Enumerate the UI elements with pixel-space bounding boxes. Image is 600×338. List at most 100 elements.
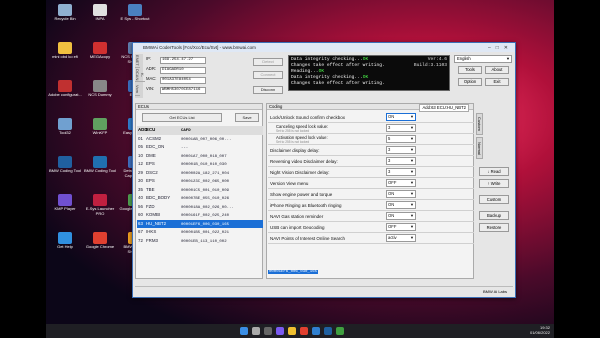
- file-explorer-icon[interactable]: [288, 327, 296, 335]
- vin-field[interactable]: WBMH53070CE87116: [160, 87, 206, 94]
- desktop-icon[interactable]: Google Chrome: [83, 232, 117, 250]
- language-select[interactable]: English ▼: [454, 55, 512, 63]
- connect-button[interactable]: Connect: [253, 71, 283, 79]
- coding-panel-label: Coding: [269, 104, 283, 109]
- app-icon: [93, 80, 107, 92]
- app-icon: [93, 232, 107, 244]
- start-icon[interactable]: [240, 327, 248, 335]
- table-row[interactable]: 35 TBE 000001C5_001_010_009: [137, 186, 263, 195]
- desktop-icon[interactable]: Tool32: [48, 118, 82, 136]
- adr-label: ADR:: [146, 66, 157, 71]
- mac-field[interactable]: 001A37E84054: [160, 77, 206, 84]
- table-row[interactable]: 60 KOMBI 0000161F_002_025_240: [137, 211, 263, 220]
- coding-value-select[interactable]: ON ▼: [386, 113, 416, 121]
- desktop-icon[interactable]: KMP Player: [48, 194, 82, 212]
- tools-button[interactable]: Tools: [458, 66, 482, 74]
- table-row[interactable]: 10 DME 00001A7_000_018_007: [137, 152, 263, 161]
- taskbar-app-icon[interactable]: [336, 327, 344, 335]
- coding-value-select[interactable]: OFF ▼: [386, 223, 416, 231]
- desktop-icon[interactable]: mini obd ko efi: [48, 42, 82, 60]
- detect-button[interactable]: Detect: [253, 58, 283, 66]
- backup-button[interactable]: Backup: [479, 211, 509, 220]
- window-controls[interactable]: –□✕: [488, 44, 513, 53]
- desktop-icon[interactable]: Adobe configurat...: [48, 80, 82, 98]
- desktop-icon[interactable]: E Sys - Shortcut: [118, 4, 152, 22]
- desktop-icon[interactable]: BMW Coding Tool: [48, 156, 82, 174]
- window-title: BMWAi CoderTools [Fcs/Xcc/Ecu/Svt] - www…: [143, 45, 256, 50]
- table-row[interactable]: 01 ACSM2 00001AB_007_006_00...: [137, 135, 263, 144]
- chevron-down-icon: ▼: [410, 224, 414, 229]
- tab-custom[interactable]: Custom: [476, 113, 483, 135]
- chevron-down-icon: ▼: [410, 114, 414, 119]
- option-button[interactable]: Option: [458, 78, 482, 86]
- adr-field[interactable]: DIAGADR10: [160, 67, 206, 74]
- window-titlebar[interactable]: BMWAi CoderTools [Fcs/Xcc/Ecu/Svt] - www…: [133, 43, 515, 52]
- widgets-icon[interactable]: [276, 327, 284, 335]
- coding-value-select[interactable]: OFF ▼: [386, 179, 416, 187]
- coding-value-select[interactable]: 3 ▼: [386, 168, 416, 176]
- ecu-name: BDC_BODY: [146, 195, 171, 200]
- desktop-icon[interactable]: BMW Coding Tool: [83, 156, 117, 174]
- about-button[interactable]: About: [485, 66, 509, 74]
- app-icon: [93, 118, 107, 130]
- tab-enet[interactable]: ENET: [135, 54, 140, 68]
- log-status: OK: [362, 57, 369, 62]
- coding-panel: Coding Add:63 ECU:HU_NBT2 Lock/Unlock So…: [266, 103, 474, 279]
- desktop-icon[interactable]: Recycle Bin: [48, 4, 82, 22]
- custom-button[interactable]: Custom: [479, 195, 509, 204]
- table-row[interactable]: 12 EPS 000001B_010_010_030: [137, 160, 263, 169]
- table-row[interactable]: 63 HU_NBT2 00001EF6_006_030_165: [137, 219, 263, 228]
- desktop-icon[interactable]: MEGAcopy: [83, 42, 117, 60]
- desktop-icon[interactable]: INPA: [83, 4, 117, 22]
- coding-label: Night Vision Disclaimer delay:: [270, 170, 330, 175]
- desktop-icon[interactable]: WinKFP: [83, 118, 117, 136]
- task-view-icon[interactable]: [264, 327, 272, 335]
- coding-value-select[interactable]: 3 ▼: [386, 124, 416, 132]
- coding-value: ON: [388, 202, 395, 207]
- tab-vcm[interactable]: Vcm: [135, 82, 140, 96]
- desktop-icon[interactable]: Get Help: [48, 232, 82, 250]
- ecu-add: 10: [138, 152, 143, 158]
- tab-normal[interactable]: Normal: [476, 137, 483, 159]
- ecu-name: TBE: [146, 186, 155, 192]
- chevron-down-icon: ▼: [410, 136, 414, 141]
- coding-value-select[interactable]: 3 ▼: [386, 146, 416, 154]
- get-ecus-button[interactable]: Get ECUs List: [142, 113, 222, 122]
- desktop-icon[interactable]: NCS Dummy: [83, 80, 117, 98]
- table-row[interactable]: 05 EDC_ON ---: [137, 143, 263, 152]
- table-row[interactable]: 30 EPS 0000123C_002_065_000: [137, 177, 263, 186]
- app-icon: [58, 194, 72, 206]
- table-row[interactable]: 56 FZD 0000018A_002_026_00...: [137, 203, 263, 212]
- chrome-icon[interactable]: [300, 327, 308, 335]
- chevron-down-icon: ▼: [506, 56, 510, 61]
- log-console: Data integrity checking...OK Ver:4.6 Chang…: [288, 55, 450, 91]
- disconnect-button[interactable]: Disconn: [253, 86, 283, 94]
- save-button[interactable]: Save: [235, 113, 259, 122]
- table-row[interactable]: 67 IHKS 000001B5_001_022_021: [137, 228, 263, 237]
- coding-value-select[interactable]: 5 ▼: [386, 135, 416, 143]
- desktop-icon[interactable]: E-Sys Launcher PRO: [83, 194, 117, 216]
- tab-kdcan[interactable]: K-DCAN: [135, 68, 145, 82]
- ecu-add: 67: [138, 229, 143, 234]
- coding-value-select[interactable]: 3 ▼: [386, 157, 416, 165]
- app-icon[interactable]: [312, 327, 320, 335]
- coding-value-select[interactable]: activ ▼: [386, 234, 416, 242]
- ip-field[interactable]: 169.254.47.27: [160, 57, 206, 64]
- search-icon[interactable]: [252, 327, 260, 335]
- exit-button[interactable]: Exit: [485, 78, 509, 86]
- read-button[interactable]: ↓ Read: [479, 167, 509, 176]
- mac-row: MAC: 001A37E84054: [146, 76, 206, 84]
- restore-button[interactable]: Restore: [479, 223, 509, 232]
- table-row[interactable]: 72 FRM3 00001EB_113_110_002: [137, 237, 263, 246]
- coding-value-select[interactable]: ON ▼: [386, 212, 416, 220]
- table-row[interactable]: 29 DSC2 0000002A_182_271_004: [137, 169, 263, 178]
- system-tray[interactable]: 19:32 01/06/2022: [530, 325, 550, 335]
- write-button[interactable]: ↑ Write: [479, 179, 509, 188]
- adr-row: ADR: DIAGADR10: [146, 66, 206, 74]
- coding-label: Disclaimer display delay:: [270, 148, 320, 153]
- table-row[interactable]: 40 BDC_BODY 000007BE_055_010_026: [137, 194, 263, 203]
- desktop-icon-label: MEGAcopy: [89, 54, 111, 59]
- coding-value-select[interactable]: ON ▼: [386, 201, 416, 209]
- coding-value-select[interactable]: ON ▼: [386, 190, 416, 198]
- coding-tool-icon[interactable]: [324, 327, 332, 335]
